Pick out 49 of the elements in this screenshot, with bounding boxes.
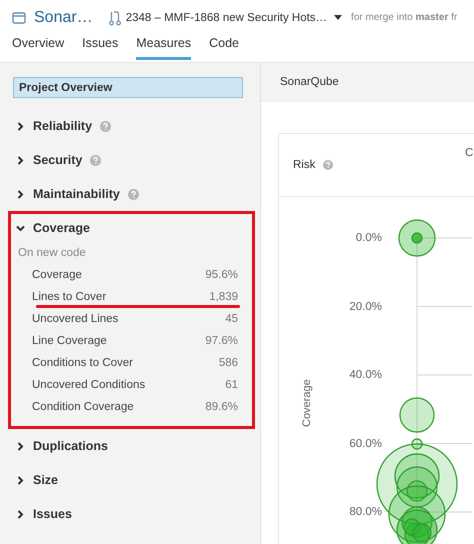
nav-tab[interactable]: Measures [136,35,192,60]
category-label[interactable]: Security [33,153,82,167]
category-label[interactable]: Duplications [33,439,108,453]
project-overview-item[interactable]: Project Overview [13,77,243,98]
category-label[interactable]: Reliability [33,119,92,133]
repository-icon [12,12,26,24]
chevron-right-icon[interactable] [16,190,25,198]
axis-label: Coverage [301,379,313,427]
metric-name[interactable]: Line Coverage [32,330,107,352]
metric-value: 1,839 [209,290,238,305]
metric-value: 97.6% [205,334,238,349]
tick-label: 0.0% [356,231,382,246]
tick-label: 60.0% [349,436,382,452]
nav-tab[interactable]: Code [209,35,240,60]
metric-value: 45 [225,312,238,327]
chevron-right-icon[interactable] [16,476,25,484]
tick-label: 40.0% [349,368,382,383]
chevron-right-icon[interactable] [16,122,25,130]
column-header: C [465,147,474,159]
project-name[interactable]: Sonar… [34,8,93,26]
chevron-right-icon[interactable] [16,156,25,164]
caret-icon[interactable] [334,15,342,20]
chevron-right-icon[interactable] [16,510,25,518]
subheading: On new code [17,246,87,261]
nav-tab[interactable]: Overview [12,35,64,60]
metric-value: 95.6% [205,268,238,283]
chevron-right-icon[interactable] [16,442,25,450]
metric-name[interactable]: Lines to Cover [32,286,106,308]
metric-name[interactable]: Conditions to Cover [32,352,133,374]
pull-request-icon [108,10,121,26]
metric-value: 61 [225,378,238,393]
chart-title: Risk [293,159,316,171]
breadcrumb[interactable]: SonarQube [280,76,339,88]
category-label[interactable]: Issues [33,507,72,521]
pull-request-title[interactable]: 2348 – MMF-1868 new Security Hots… [126,12,328,24]
merge-info: for merge into master fr [351,12,458,23]
category-label[interactable]: Size [33,473,58,487]
category-label[interactable]: Maintainability [33,187,120,201]
tick-label: 20.0% [349,300,382,314]
nav-tab[interactable]: Issues [82,35,118,60]
category-label[interactable]: Coverage [33,221,90,235]
chevron-down-icon[interactable] [16,224,25,232]
metric-name[interactable]: Uncovered Conditions [32,374,146,396]
metric-name[interactable]: Uncovered Lines [32,308,118,330]
metric-name[interactable]: Coverage [32,264,82,286]
metric-value: 89.6% [205,400,238,415]
metric-name[interactable]: Condition Coverage [32,396,134,418]
metric-value: 586 [218,356,238,371]
tick-label: 80.0% [349,505,382,520]
